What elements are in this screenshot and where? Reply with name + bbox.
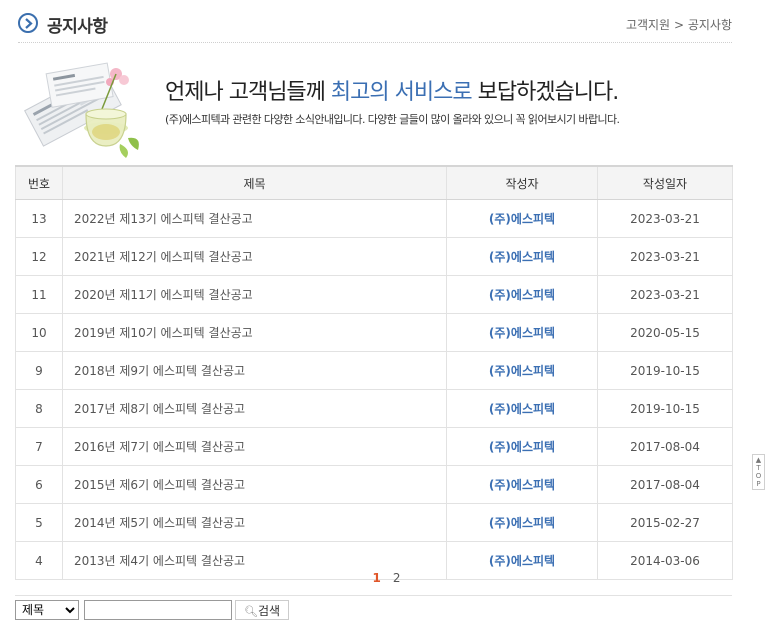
table-row: 7 2016년 제7기 에스피텍 결산공고 (주)에스피텍 2017-08-04: [15, 427, 733, 466]
banner-subtext: (주)에스피텍과 관련한 다양한 소식안내입니다. 다양한 글들이 많이 올라와…: [165, 113, 620, 126]
column-header-subject: 제목: [62, 165, 447, 200]
table-row: 5 2014년 제5기 에스피텍 결산공고 (주)에스피텍 2015-02-27: [15, 503, 733, 542]
row-subject-link[interactable]: 2016년 제7기 에스피텍 결산공고: [62, 427, 447, 466]
breadcrumb-current[interactable]: 공지사항: [688, 18, 732, 32]
row-author: (주)에스피텍: [446, 199, 598, 238]
page-link-current[interactable]: 1: [373, 571, 381, 585]
magnifier-icon: 🔍︎: [243, 604, 258, 618]
row-author: (주)에스피텍: [446, 465, 598, 504]
table-header-row: 번호 제목 작성자 작성일자: [15, 165, 733, 200]
page-header: 공지사항 고객지원 > 공지사항: [18, 10, 732, 43]
row-date: 2017-08-04: [597, 465, 733, 504]
row-date: 2023-03-21: [597, 275, 733, 314]
row-date: 2019-10-15: [597, 351, 733, 390]
table-row: 11 2020년 제11기 에스피텍 결산공고 (주)에스피텍 2023-03-21: [15, 275, 733, 314]
row-number: 13: [15, 199, 63, 238]
row-number: 7: [15, 427, 63, 466]
column-header-date: 작성일자: [597, 165, 733, 200]
row-number: 5: [15, 503, 63, 542]
row-author: (주)에스피텍: [446, 389, 598, 428]
row-author: (주)에스피텍: [446, 237, 598, 276]
page-title: 공지사항: [47, 17, 108, 37]
chevron-right-circle-icon: [18, 13, 38, 33]
table-row: 8 2017년 제8기 에스피텍 결산공고 (주)에스피텍 2019-10-15: [15, 389, 733, 428]
page-link[interactable]: 2: [393, 571, 401, 585]
search-field-select[interactable]: 제목: [15, 600, 79, 620]
arrow-up-icon: ▲: [755, 456, 762, 464]
row-author: (주)에스피텍: [446, 427, 598, 466]
row-date: 2015-02-27: [597, 503, 733, 542]
row-date: 2017-08-04: [597, 427, 733, 466]
notice-banner: 언제나 고객님들께 최고의 서비스로 보답하겠습니다. (주)에스피텍과 관련한…: [18, 52, 732, 160]
row-date: 2019-10-15: [597, 389, 733, 428]
breadcrumb-separator: >: [673, 18, 684, 32]
row-number: 10: [15, 313, 63, 352]
row-subject-link[interactable]: 2022년 제13기 에스피텍 결산공고: [62, 199, 447, 238]
divider: [15, 595, 732, 596]
row-date: 2020-05-15: [597, 313, 733, 352]
row-subject-link[interactable]: 2015년 제6기 에스피텍 결산공고: [62, 465, 447, 504]
row-subject-link[interactable]: 2021년 제12기 에스피텍 결산공고: [62, 237, 447, 276]
table-row: 12 2021년 제12기 에스피텍 결산공고 (주)에스피텍 2023-03-21: [15, 237, 733, 276]
breadcrumb: 고객지원 > 공지사항: [626, 16, 732, 33]
breadcrumb-parent[interactable]: 고객지원: [626, 18, 670, 32]
table-row: 13 2022년 제13기 에스피텍 결산공고 (주)에스피텍 2023-03-21: [15, 199, 733, 238]
row-subject-link[interactable]: 2014년 제5기 에스피텍 결산공고: [62, 503, 447, 542]
column-header-author: 작성자: [446, 165, 598, 200]
row-author: (주)에스피텍: [446, 351, 598, 390]
newspaper-tea-illustration: [24, 62, 139, 158]
table-row: 9 2018년 제9기 에스피텍 결산공고 (주)에스피텍 2019-10-15: [15, 351, 733, 390]
table-row: 10 2019년 제10기 에스피텍 결산공고 (주)에스피텍 2020-05-15: [15, 313, 733, 352]
row-author: (주)에스피텍: [446, 313, 598, 352]
banner-heading: 언제나 고객님들께 최고의 서비스로 보답하겠습니다.: [165, 80, 619, 105]
row-number: 8: [15, 389, 63, 428]
row-subject-link[interactable]: 2018년 제9기 에스피텍 결산공고: [62, 351, 447, 390]
top-label: TOP: [755, 464, 762, 488]
row-number: 9: [15, 351, 63, 390]
row-author: (주)에스피텍: [446, 275, 598, 314]
row-number: 11: [15, 275, 63, 314]
row-date: 2023-03-21: [597, 199, 733, 238]
notice-table: 번호 제목 작성자 작성일자 13 2022년 제13기 에스피텍 결산공고 (주)…: [15, 165, 733, 580]
column-header-no: 번호: [15, 165, 63, 200]
search-input[interactable]: [84, 600, 232, 620]
banner-heading-highlight: 최고의 서비스로: [330, 80, 473, 105]
search-button[interactable]: 🔍︎검색: [235, 600, 289, 620]
row-subject-link[interactable]: 2020년 제11기 에스피텍 결산공고: [62, 275, 447, 314]
row-date: 2023-03-21: [597, 237, 733, 276]
table-row: 6 2015년 제6기 에스피텍 결산공고 (주)에스피텍 2017-08-04: [15, 465, 733, 504]
row-author: (주)에스피텍: [446, 503, 598, 542]
row-number: 6: [15, 465, 63, 504]
row-subject-link[interactable]: 2017년 제8기 에스피텍 결산공고: [62, 389, 447, 428]
pagination: 12: [0, 571, 773, 585]
scroll-top-button[interactable]: ▲ TOP: [752, 454, 765, 490]
row-subject-link[interactable]: 2019년 제10기 에스피텍 결산공고: [62, 313, 447, 352]
row-number: 12: [15, 237, 63, 276]
